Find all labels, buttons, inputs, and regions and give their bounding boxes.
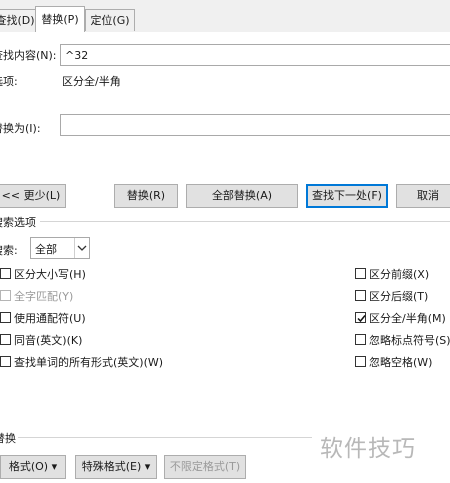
search-scope-select[interactable]: 全部	[30, 237, 90, 259]
checkbox-label: 忽略标点符号(S)	[369, 334, 450, 347]
replace-label: 替换为(I):	[0, 122, 41, 135]
checkbox[interactable]	[0, 290, 11, 301]
cancel-button[interactable]: 取消	[396, 184, 450, 208]
checkbox[interactable]	[355, 334, 366, 345]
checkbox-label: 区分大小写(H)	[14, 268, 86, 281]
search-options-divider	[40, 221, 450, 222]
tab-strip: 查找(D) 替换(P) 定位(G)	[0, 0, 450, 33]
search-scope-value: 全部	[35, 243, 57, 256]
checkbox-label: 全字匹配(Y)	[14, 290, 74, 303]
chevron-down-icon	[74, 238, 89, 258]
replace-button[interactable]: 替换(R)	[114, 184, 178, 208]
checkbox-checked[interactable]	[355, 312, 366, 323]
no-formatting-button[interactable]: 不限定格式(T)	[164, 455, 246, 479]
checkbox[interactable]	[0, 334, 11, 345]
special-format-button[interactable]: 特殊格式(E) ▾	[75, 455, 157, 479]
tab-replace[interactable]: 替换(P)	[35, 6, 85, 33]
checkbox[interactable]	[0, 356, 11, 367]
options-label: 选项:	[0, 75, 18, 88]
checkbox-label: 使用通配符(U)	[14, 312, 86, 325]
checkbox-label: 区分前缀(X)	[369, 268, 430, 281]
checkbox[interactable]	[355, 268, 366, 279]
search-scope-label: 搜索:	[0, 244, 18, 257]
checkbox-label: 同音(英文)(K)	[14, 334, 83, 347]
checkbox-label: 忽略空格(W)	[369, 356, 433, 369]
checkbox-label: 区分后缀(T)	[369, 290, 429, 303]
replace-section-divider	[18, 437, 312, 438]
find-label: 查找内容(N):	[0, 49, 57, 62]
check-icon	[357, 315, 366, 323]
checkbox-label: 区分全/半角(M)	[369, 312, 446, 325]
watermark-text: 软件技巧	[320, 436, 416, 462]
find-input-value: ^32	[65, 49, 89, 62]
format-button[interactable]: 格式(O) ▾	[0, 455, 66, 479]
replace-panel: 查找内容(N): ^32 选项: 区分全/半角 替换为(I): << 更少(L)…	[0, 32, 450, 483]
find-next-button[interactable]: 查找下一处(F)	[306, 184, 388, 208]
replace-all-button[interactable]: 全部替换(A)	[186, 184, 298, 208]
find-input[interactable]: ^32	[60, 44, 450, 66]
replace-section-title: 替换	[0, 432, 16, 445]
checkbox[interactable]	[0, 268, 11, 279]
tab-find[interactable]: 查找(D)	[0, 9, 36, 31]
less-button[interactable]: << 更少(L)	[0, 184, 66, 208]
checkbox[interactable]	[355, 356, 366, 367]
search-options-title: 搜索选项	[0, 216, 36, 229]
tab-goto[interactable]: 定位(G)	[85, 9, 135, 31]
replace-input[interactable]	[60, 114, 450, 136]
checkbox[interactable]	[355, 290, 366, 301]
checkbox[interactable]	[0, 312, 11, 323]
options-value: 区分全/半角	[62, 75, 121, 88]
checkbox-label: 查找单词的所有形式(英文)(W)	[14, 356, 164, 369]
